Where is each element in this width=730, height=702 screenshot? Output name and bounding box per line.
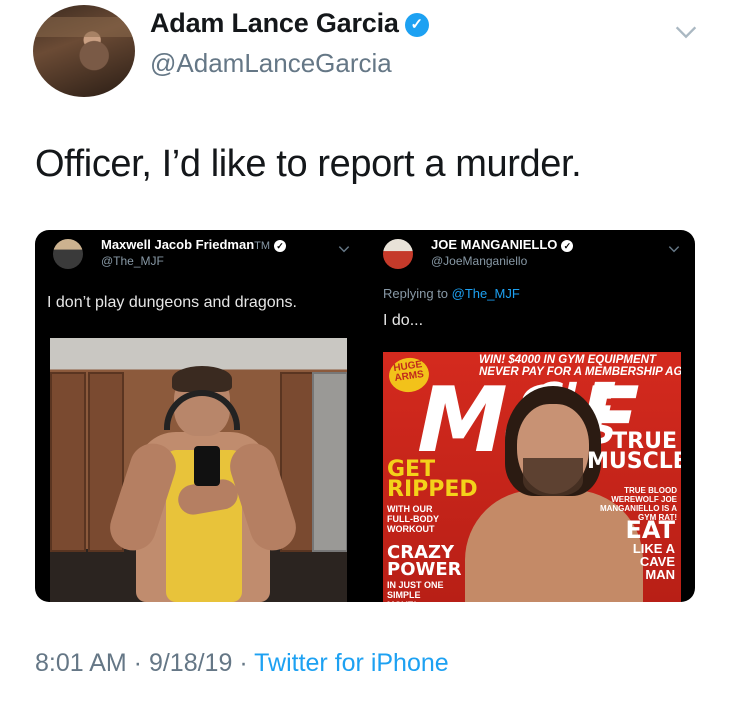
eat-headline: EAT: [625, 516, 675, 544]
win-line1: WIN! $4000 IN GYM EQUIPMENT: [479, 354, 657, 366]
tweet-date[interactable]: 9/18/19: [149, 649, 232, 677]
locker-room-photo[interactable]: [50, 338, 347, 602]
author-name-row[interactable]: Adam Lance Garcia ✓: [150, 8, 429, 39]
true-muscle-headline: TRUE MUSCLE: [587, 429, 681, 474]
embedded-text: I don’t play dungeons and dragons.: [47, 294, 297, 311]
crazy-power-headline: CRAZY POWER: [387, 542, 462, 580]
embedded-handle[interactable]: @The_MJF: [101, 254, 164, 268]
chevron-down-icon[interactable]: [672, 18, 700, 46]
win-line2: NEVER PAY FOR A MEMBERSHIP AGAIN: [479, 366, 681, 378]
tweet-time[interactable]: 8:01 AM: [35, 649, 127, 677]
chevron-down-icon[interactable]: [337, 242, 351, 256]
tweet-meta: 8:01 AM · 9/18/19 · Twitter for iPhone: [35, 649, 449, 678]
verified-badge-icon: ✓: [274, 240, 287, 252]
author-name[interactable]: Adam Lance Garcia: [150, 8, 399, 38]
separator: ·: [126, 649, 149, 677]
phone-shape: [194, 446, 220, 486]
embedded-avatar[interactable]: [383, 239, 413, 269]
embedded-name[interactable]: JOE MANGANIELLO: [431, 237, 557, 252]
separator: ·: [232, 649, 255, 677]
win-headline: WIN! $4000 IN GYM EQUIPMENT NEVER PAY FO…: [479, 354, 681, 378]
locker: [50, 372, 86, 552]
embedded-name[interactable]: Maxwell Jacob Friedman: [101, 237, 254, 252]
tm-mark: TM: [254, 240, 271, 252]
reply-prefix: Replying to: [383, 286, 449, 301]
get-ripped-headline: GET RIPPED: [387, 457, 478, 502]
reply-to-link[interactable]: @The_MJF: [452, 286, 520, 301]
chevron-down-icon[interactable]: [667, 242, 681, 256]
get-ripped-subline: WITH OUR FULL-BODY WORKOUT: [387, 504, 439, 534]
magazine-cover-image[interactable]: M&F CLE ESS HUGE ARMS WIN! $4000 IN GYM …: [383, 352, 681, 602]
embedded-name-row[interactable]: Maxwell Jacob FriedmanTM ✓: [101, 237, 287, 252]
doorway: [312, 372, 347, 552]
hair-shape: [172, 366, 232, 392]
embedded-name-row[interactable]: JOE MANGANIELLO ✓: [431, 237, 574, 252]
tweet-source-link[interactable]: Twitter for iPhone: [254, 649, 449, 677]
embedded-tweet-right[interactable]: JOE MANGANIELLO ✓ @JoeManganiello Replyin…: [365, 230, 695, 602]
author-avatar[interactable]: [33, 5, 135, 97]
tweet-text: Officer, I’d like to report a murder.: [35, 143, 582, 185]
verified-badge-icon: ✓: [404, 13, 429, 37]
embedded-text: I do...: [383, 312, 424, 329]
embedded-handle[interactable]: @JoeManganiello: [431, 254, 527, 268]
embedded-tweet-left[interactable]: Maxwell Jacob FriedmanTM ✓ @The_MJF I don…: [35, 230, 365, 602]
beard-shape: [523, 458, 583, 496]
reply-context: Replying to @The_MJF: [383, 286, 520, 301]
person-figure: [104, 366, 302, 602]
verified-badge-icon: ✓: [561, 240, 574, 252]
eat-subline: LIKE A CAVE MAN: [632, 541, 675, 582]
embedded-avatar[interactable]: [53, 239, 83, 269]
avatar-background: [33, 17, 135, 37]
author-handle[interactable]: @AdamLanceGarcia: [150, 48, 392, 79]
crazy-power-subline: IN JUST ONE SIMPLE MOVE!: [387, 580, 444, 602]
